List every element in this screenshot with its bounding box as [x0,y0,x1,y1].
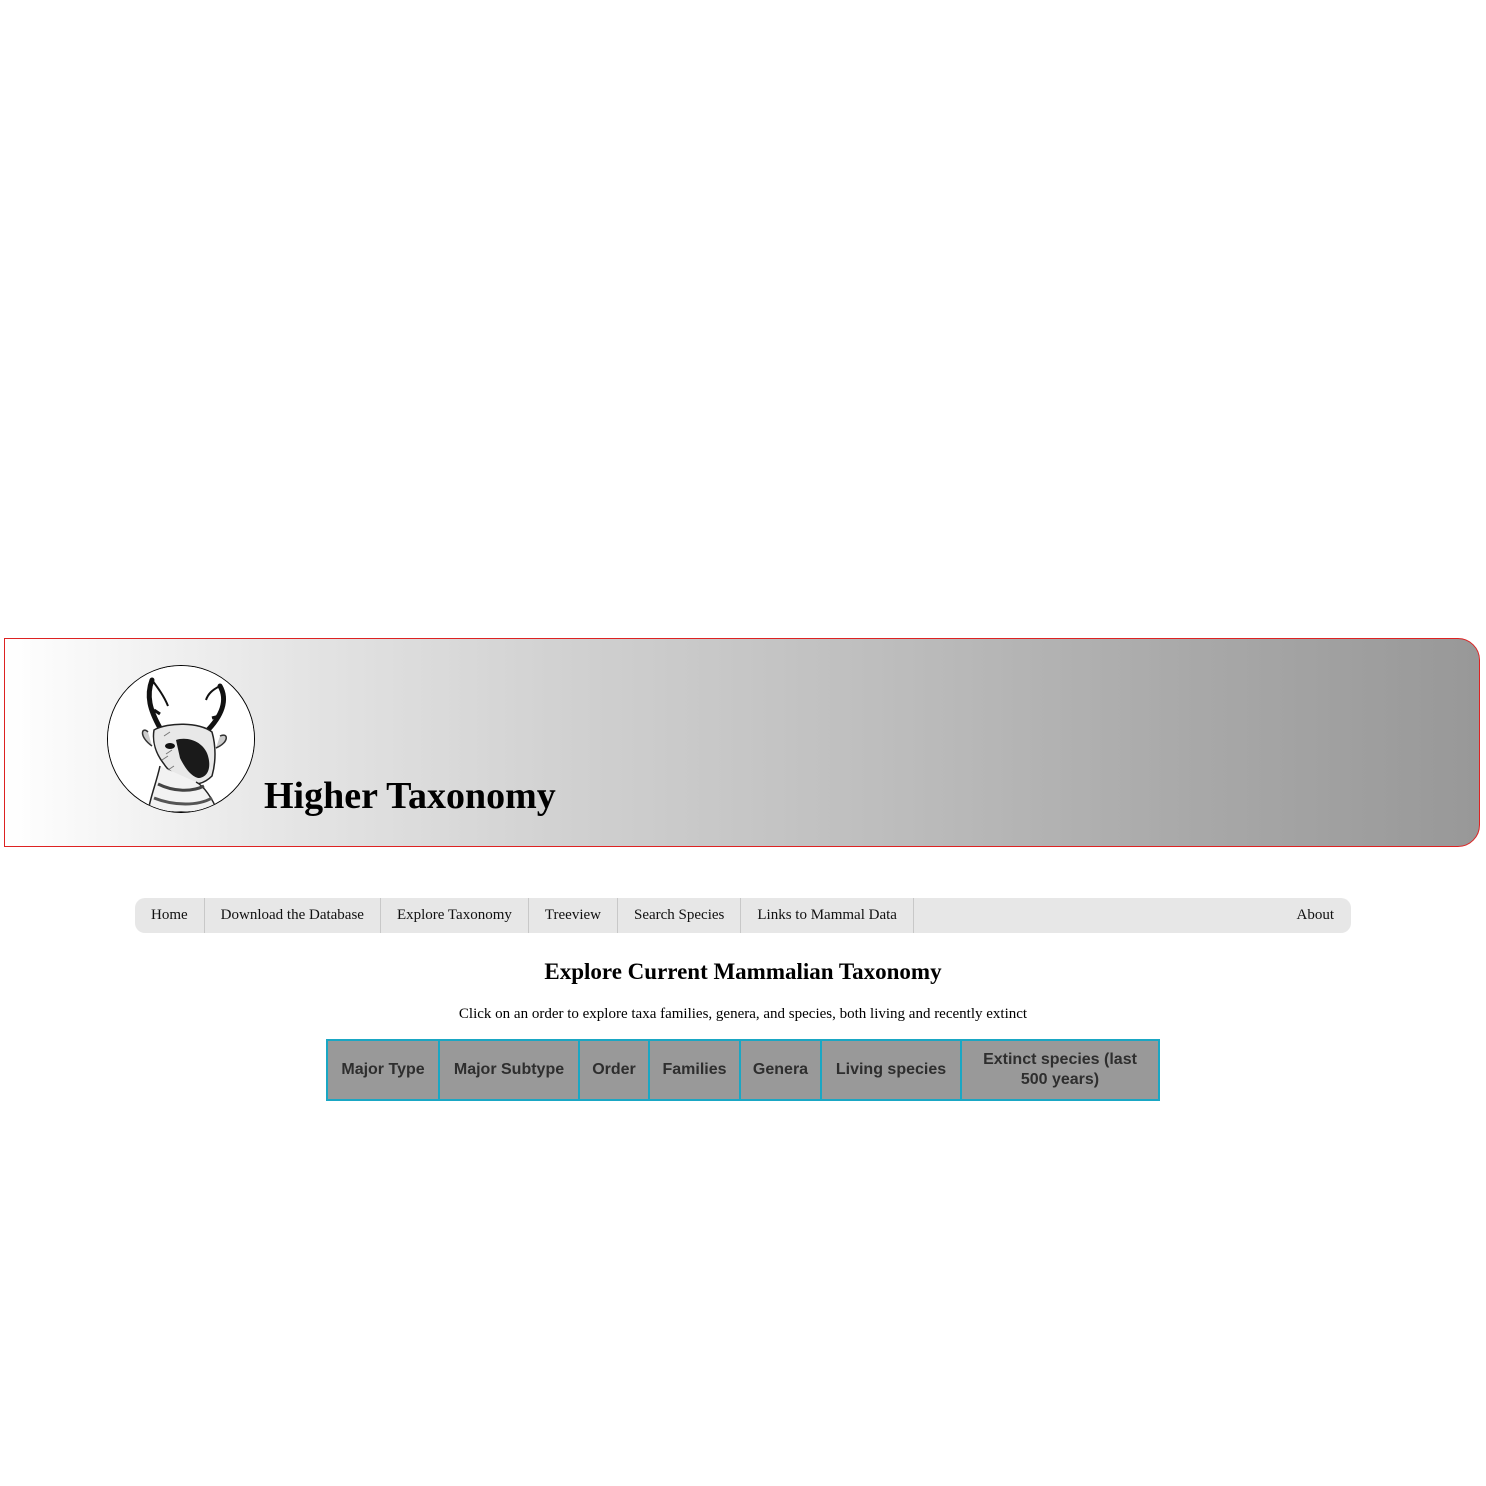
page: Higher Taxonomy Home Download the Databa… [0,0,1486,1486]
column-header-genera[interactable]: Genera [739,1039,822,1101]
main-navigation: Home Download the Database Explore Taxon… [135,898,1351,933]
nav-item-treeview[interactable]: Treeview [529,898,618,933]
column-header-living-species[interactable]: Living species [820,1039,962,1101]
nav-item-explore-taxonomy[interactable]: Explore Taxonomy [381,898,529,933]
column-header-families[interactable]: Families [648,1039,741,1101]
page-instructions: Click on an order to explore taxa famili… [458,1006,1028,1022]
column-header-extinct-species[interactable]: Extinct species (last 500 years) [960,1039,1160,1101]
column-header-order[interactable]: Order [578,1039,650,1101]
nav-item-links-mammal-data[interactable]: Links to Mammal Data [741,898,914,933]
pronghorn-antelope-logo-icon[interactable] [107,665,255,813]
site-header-banner: Higher Taxonomy [4,638,1480,847]
site-title: Higher Taxonomy [264,775,556,817]
nav-item-search-species[interactable]: Search Species [618,898,742,933]
page-heading: Explore Current Mammalian Taxonomy [544,959,942,984]
column-header-major-type[interactable]: Major Type [326,1039,440,1101]
taxonomy-table: Major Type Major Subtype Order Families … [326,1039,1160,1101]
column-header-major-subtype[interactable]: Major Subtype [438,1039,580,1101]
nav-item-about[interactable]: About [1281,898,1352,933]
nav-item-home[interactable]: Home [135,898,205,933]
nav-item-download-database[interactable]: Download the Database [205,898,381,933]
table-header-row: Major Type Major Subtype Order Families … [326,1039,1160,1101]
